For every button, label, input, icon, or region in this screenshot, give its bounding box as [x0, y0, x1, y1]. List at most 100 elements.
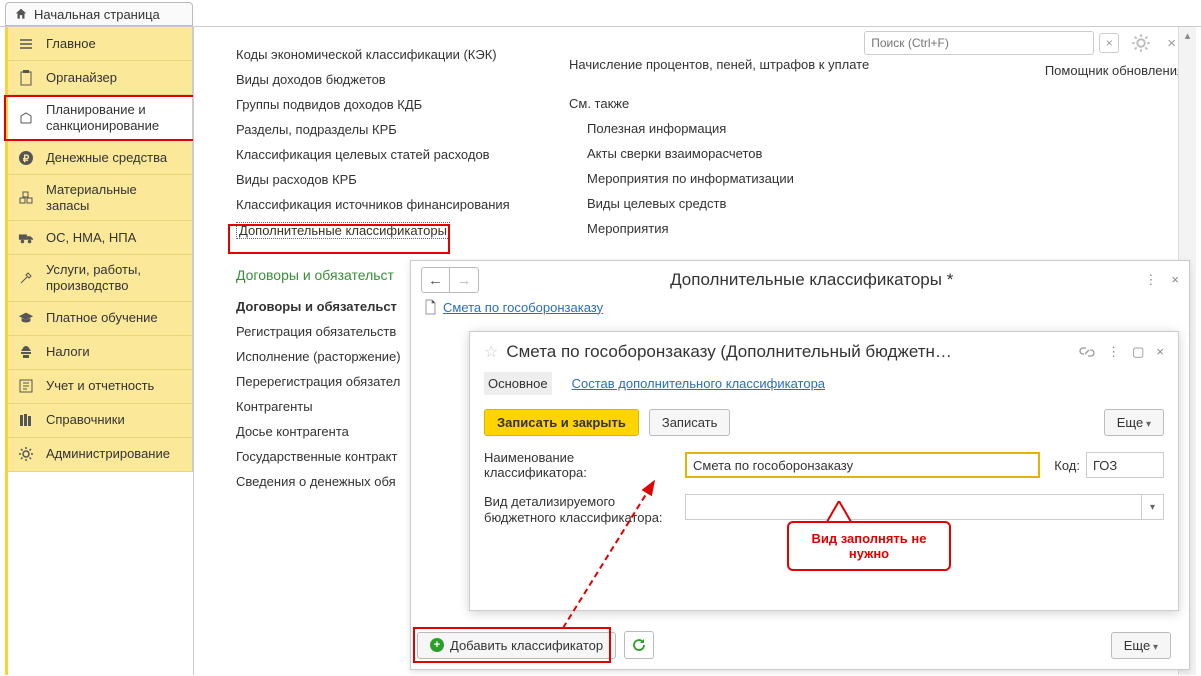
clear-search-button[interactable]: ×: [1099, 33, 1119, 53]
sidebar-item-label: ОС, НМА, НПА: [46, 230, 136, 246]
sidebar-item-education[interactable]: Платное обучение: [8, 302, 192, 336]
label-kind: Вид детализируемого бюджетного классифик…: [484, 494, 679, 527]
maximize-icon[interactable]: ▢: [1132, 344, 1144, 360]
home-tab[interactable]: Начальная страница: [5, 2, 193, 26]
planning-icon: [18, 110, 34, 126]
tab-main[interactable]: Основное: [484, 372, 552, 395]
nav-link[interactable]: Дополнительные классификаторы: [236, 222, 510, 239]
close-icon[interactable]: ×: [1156, 344, 1164, 360]
label-code: Код:: [1054, 458, 1080, 473]
ruble-icon: ₽: [18, 150, 34, 166]
document-icon: [423, 299, 437, 315]
tools-icon: [18, 270, 34, 286]
panel-title: Смета по гособоронзаказу (Дополнительный…: [506, 342, 1071, 362]
nav-arrows: ← →: [421, 267, 479, 293]
clipboard-icon: [18, 70, 34, 86]
sidebar-item-assets[interactable]: ОС, НМА, НПА: [8, 221, 192, 255]
sidebar-item-label: Платное обучение: [46, 310, 158, 326]
sidebar-item-money[interactable]: ₽ Денежные средства: [8, 141, 192, 175]
menu-icon: [18, 36, 34, 52]
nav-link[interactable]: Мероприятия по информатизации: [587, 171, 869, 186]
nav-link[interactable]: Виды доходов бюджетов: [236, 72, 510, 87]
settings-icon[interactable]: [1131, 33, 1151, 53]
nav-link[interactable]: Полезная информация: [587, 121, 869, 136]
nav-link[interactable]: Классификация источников финансирования: [236, 197, 510, 212]
graduation-icon: [18, 310, 34, 326]
window-title: Дополнительные классификаторы *: [487, 270, 1136, 290]
gear-icon: [18, 446, 34, 462]
sidebar-item-services[interactable]: Услуги, работы, производство: [8, 255, 192, 301]
nav-link[interactable]: Классификация целевых статей расходов: [236, 147, 510, 162]
star-icon[interactable]: ☆: [484, 342, 498, 362]
refresh-button[interactable]: [624, 631, 654, 659]
more-button[interactable]: Еще: [1111, 632, 1171, 659]
save-close-button[interactable]: Записать и закрыть: [484, 409, 639, 436]
add-classifier-button[interactable]: + Добавить классификатор: [417, 632, 616, 659]
close-icon[interactable]: ×: [1171, 272, 1179, 288]
search-box[interactable]: [864, 31, 1094, 55]
topbar: × ×: [864, 27, 1176, 59]
nav-link[interactable]: Начисление процентов, пеней, штрафов к у…: [569, 57, 869, 72]
sidebar-item-label: Главное: [46, 36, 96, 52]
home-tab-label: Начальная страница: [34, 7, 160, 22]
sidebar-item-reports[interactable]: Учет и отчетность: [8, 370, 192, 404]
kind-select[interactable]: ▾: [685, 494, 1164, 520]
sidebar-item-label: Учет и отчетность: [46, 378, 154, 394]
nav-link[interactable]: Мероприятия: [587, 221, 869, 236]
add-button-label: Добавить классификатор: [450, 638, 603, 653]
kebab-icon[interactable]: ⋮: [1144, 272, 1157, 288]
helper-link[interactable]: Помощник обновления: [1045, 63, 1184, 78]
close-icon[interactable]: ×: [1167, 35, 1176, 52]
truck-icon: [18, 230, 34, 246]
annotation-callout: Вид заполнять не нужно: [787, 521, 951, 571]
sidebar-item-planning[interactable]: Планирование и санкционирование: [8, 95, 192, 141]
ledger-icon: [18, 378, 34, 394]
books-icon: [18, 412, 34, 428]
code-field[interactable]: ГОЗ: [1086, 452, 1164, 478]
svg-text:₽: ₽: [23, 154, 30, 165]
chevron-down-icon[interactable]: ▾: [1141, 495, 1163, 519]
nav-forward-button[interactable]: →: [450, 268, 478, 292]
sidebar-item-main[interactable]: Главное: [8, 27, 192, 61]
sidebar-item-organizer[interactable]: Органайзер: [8, 61, 192, 95]
save-button[interactable]: Записать: [649, 409, 731, 436]
window-classifiers: ← → Дополнительные классификаторы * ⋮ × …: [410, 260, 1190, 670]
sidebar-item-taxes[interactable]: Налоги: [8, 336, 192, 370]
sidebar-item-label: Денежные средства: [46, 150, 167, 166]
sidebar-item-label: Материальные запасы: [46, 182, 182, 213]
nav-link[interactable]: Коды экономической классификации (КЭК): [236, 47, 510, 62]
breadcrumb-link[interactable]: Смета по гособоронзаказу: [443, 300, 603, 315]
section-heading: См. также: [569, 96, 869, 111]
sidebar-item-label: Справочники: [46, 412, 125, 428]
sidebar-item-label: Органайзер: [46, 70, 117, 86]
nav-link-selected: Дополнительные классификаторы: [236, 222, 450, 239]
sidebar-item-label: Налоги: [46, 344, 90, 360]
sidebar-item-catalogs[interactable]: Справочники: [8, 404, 192, 438]
sidebar-item-admin[interactable]: Администрирование: [8, 438, 192, 472]
kebab-icon[interactable]: ⋮: [1107, 344, 1120, 360]
search-input[interactable]: [869, 35, 1089, 51]
scroll-up-icon[interactable]: ▴: [1179, 29, 1196, 42]
nav-link[interactable]: Виды целевых средств: [587, 196, 869, 211]
nav-link[interactable]: Акты сверки взаиморасчетов: [587, 146, 869, 161]
code-value: ГОЗ: [1093, 458, 1117, 473]
name-value: Смета по гособоронзаказу: [693, 458, 853, 473]
tab-composition[interactable]: Состав дополнительного классификатора: [568, 372, 829, 395]
boxes-icon: [18, 190, 34, 206]
nav-link[interactable]: Группы подвидов доходов КДБ: [236, 97, 510, 112]
sidebar-item-label: Планирование и санкционирование: [46, 102, 182, 133]
name-field[interactable]: Смета по гособоронзаказу: [685, 452, 1040, 478]
nav-link[interactable]: Виды расходов КРБ: [236, 172, 510, 187]
nav-link[interactable]: Разделы, подразделы КРБ: [236, 122, 510, 137]
sidebar: Главное Органайзер Планирование и санкци…: [8, 27, 193, 472]
sidebar-item-label: Администрирование: [46, 446, 170, 462]
home-icon: [14, 7, 28, 21]
link-icon[interactable]: [1079, 344, 1095, 360]
sidebar-item-stock[interactable]: Материальные запасы: [8, 175, 192, 221]
nav-back-button[interactable]: ←: [422, 268, 450, 292]
more-button[interactable]: Еще: [1104, 409, 1164, 436]
plus-icon: +: [430, 638, 444, 652]
sidebar-item-label: Услуги, работы, производство: [46, 262, 182, 293]
emblem-icon: [18, 344, 34, 360]
label-name: Наименование классификатора:: [484, 450, 679, 480]
